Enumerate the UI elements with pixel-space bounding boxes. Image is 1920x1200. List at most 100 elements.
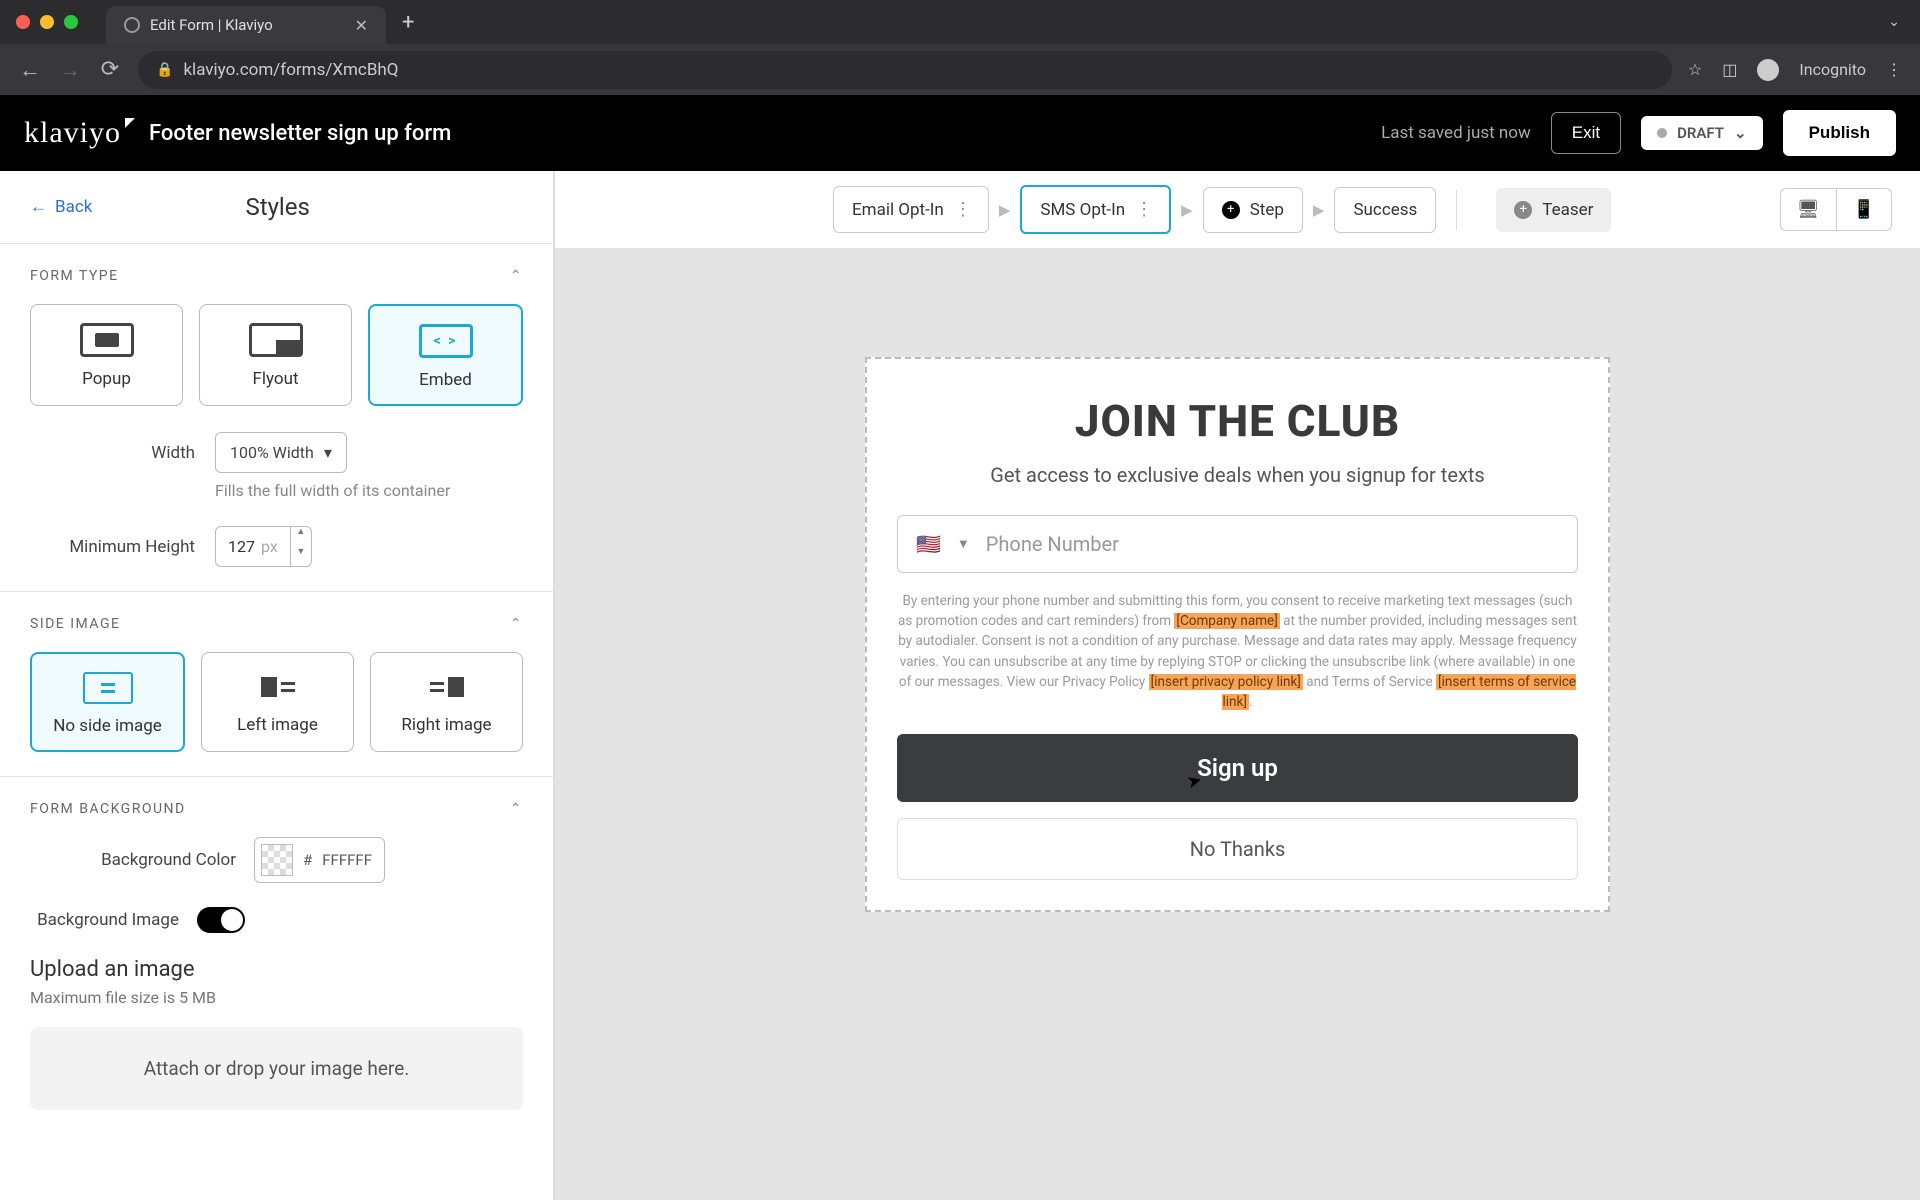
section-form-type: Form Type ⌃ Popup Flyout < > Embed Widt [0, 243, 553, 591]
fullscreen-window-icon[interactable] [64, 15, 78, 29]
form-type-heading[interactable]: Form Type ⌃ [30, 268, 523, 284]
lock-icon: 🔒 [156, 62, 173, 78]
publish-button[interactable]: Publish [1783, 110, 1896, 156]
chevron-down-icon: ▾ [324, 443, 332, 462]
width-select[interactable]: 100% Width ▾ [215, 432, 347, 473]
minimize-window-icon[interactable] [40, 15, 54, 29]
phone-placeholder: Phone Number [986, 532, 1119, 556]
form-type-popup[interactable]: Popup [30, 304, 183, 406]
arrow-right-icon: ▶ [1313, 201, 1325, 219]
upload-title: Upload an image [30, 957, 523, 982]
chevron-up-icon: ⌃ [510, 801, 523, 817]
tab-strip: Edit Form | Klaviyo ✕ + ⌄ [0, 0, 1920, 44]
side-image-none[interactable]: No side image [30, 652, 185, 752]
form-type-flyout[interactable]: Flyout [199, 304, 352, 406]
form-type-label: Form Type [30, 268, 119, 284]
status-dropdown[interactable]: DRAFT ⌄ [1641, 116, 1763, 150]
exit-button[interactable]: Exit [1551, 112, 1621, 154]
min-height-label: Minimum Height [30, 537, 195, 557]
disclaimer-part: . [1249, 694, 1253, 710]
width-value: 100% Width [230, 443, 314, 462]
extensions-icon[interactable]: ◫ [1722, 60, 1737, 79]
canvas-area: Email Opt-In ⋮ ▶ SMS Opt-In ⋮ ▶ + Step ▶… [555, 171, 1920, 1200]
bookmark-icon[interactable]: ☆ [1688, 60, 1702, 79]
close-window-icon[interactable] [16, 15, 30, 29]
arrow-right-icon: ▶ [1181, 201, 1193, 219]
right-image-label: Right image [401, 715, 491, 735]
reload-button[interactable]: ⟳ [98, 57, 122, 82]
step-down-icon[interactable]: ▼ [291, 547, 311, 567]
signup-button[interactable]: Sign up [897, 734, 1578, 802]
arrow-right-icon: ▶ [999, 201, 1011, 219]
back-link[interactable]: ← Back [30, 197, 92, 217]
new-tab-button[interactable]: + [402, 10, 414, 35]
width-row: Width 100% Width ▾ [30, 432, 523, 473]
section-form-background: Form Background ⌃ Background Color #FFFF… [0, 776, 553, 1134]
mobile-view-icon[interactable]: 📱 [1837, 189, 1891, 230]
back-button[interactable]: ← [18, 57, 42, 83]
upload-dropzone[interactable]: Attach or drop your image here. [30, 1027, 523, 1110]
phone-input[interactable]: 🇺🇸 ▼ Phone Number [897, 515, 1578, 573]
chevron-up-icon: ⌃ [510, 616, 523, 632]
stepper: ▲ ▼ [290, 526, 312, 567]
bg-image-label: Background Image [30, 910, 179, 930]
background-heading[interactable]: Form Background ⌃ [30, 801, 523, 817]
chevron-down-icon[interactable]: ▼ [957, 536, 970, 552]
left-image-icon [253, 671, 303, 703]
left-image-label: Left image [237, 715, 318, 735]
form-type-embed[interactable]: < > Embed [368, 304, 523, 406]
bg-color-input[interactable]: #FFFFFF [254, 837, 385, 883]
sidebar-header: ← Back Styles [0, 171, 553, 243]
form-preview[interactable]: JOIN THE CLUB Get access to exclusive de… [865, 357, 1610, 913]
popup-label: Popup [82, 369, 131, 389]
styles-sidebar: ← Back Styles Form Type ⌃ Popup Flyout [0, 171, 555, 1200]
add-step-button[interactable]: + Step [1203, 187, 1303, 233]
side-image-right[interactable]: Right image [370, 652, 523, 752]
step-up-icon[interactable]: ▲ [291, 527, 311, 547]
min-height-value: 127 [228, 537, 255, 556]
popup-icon [80, 323, 134, 357]
nothanks-button[interactable]: No Thanks [897, 818, 1578, 880]
step-sms-optin[interactable]: SMS Opt-In ⋮ [1020, 185, 1171, 234]
side-image-left[interactable]: Left image [201, 652, 354, 752]
browser-menu-icon[interactable]: ⋮ [1886, 60, 1902, 79]
teaser-button[interactable]: + Teaser [1496, 188, 1611, 232]
form-heading[interactable]: JOIN THE CLUB [897, 395, 1578, 447]
plus-circle-icon: + [1222, 201, 1240, 219]
address-bar: ← → ⟳ 🔒 klaviyo.com/forms/XmcBhQ ☆ ◫ Inc… [0, 44, 1920, 95]
incognito-label: Incognito [1799, 60, 1866, 79]
url-field[interactable]: 🔒 klaviyo.com/forms/XmcBhQ [138, 51, 1672, 89]
status-label: DRAFT [1677, 124, 1724, 142]
page-title: Footer newsletter sign up form [149, 121, 451, 146]
window-controls [16, 15, 78, 29]
form-subheading[interactable]: Get access to exclusive deals when you s… [897, 463, 1578, 487]
browser-tab[interactable]: Edit Form | Klaviyo ✕ [106, 6, 386, 44]
min-height-row: Minimum Height 127 px ▲ ▼ [30, 526, 523, 567]
step-label: SMS Opt-In [1040, 200, 1125, 220]
embed-icon: < > [419, 324, 473, 358]
step-menu-icon[interactable]: ⋮ [954, 199, 970, 220]
form-canvas[interactable]: ➤ JOIN THE CLUB Get access to exclusive … [555, 249, 1920, 1200]
logo[interactable]: klaviyo [24, 116, 121, 150]
side-image-heading[interactable]: Side Image ⌃ [30, 616, 523, 632]
flyout-icon [249, 323, 303, 357]
tab-title: Edit Form | Klaviyo [150, 16, 273, 34]
step-label: Step [1250, 200, 1284, 220]
step-success[interactable]: Success [1334, 187, 1436, 233]
section-side-image: Side Image ⌃ No side image Left image [0, 591, 553, 776]
app-header: klaviyo Footer newsletter sign up form L… [0, 95, 1920, 171]
arrow-left-icon: ← [30, 197, 47, 217]
min-height-input[interactable]: 127 px ▲ ▼ [215, 526, 312, 567]
desktop-view-icon[interactable]: 🖥 [1781, 189, 1837, 230]
flag-icon[interactable]: 🇺🇸 [916, 532, 941, 556]
url-text: klaviyo.com/forms/XmcBhQ [183, 60, 398, 80]
step-email-optin[interactable]: Email Opt-In ⋮ [833, 186, 989, 233]
step-menu-icon[interactable]: ⋮ [1135, 199, 1151, 220]
min-height-unit: px [261, 537, 278, 556]
form-type-options: Popup Flyout < > Embed [30, 304, 523, 406]
tabs-menu-icon[interactable]: ⌄ [1888, 14, 1900, 30]
plus-circle-icon: + [1514, 201, 1532, 219]
close-tab-icon[interactable]: ✕ [355, 16, 368, 35]
disclaimer-text[interactable]: By entering your phone number and submit… [897, 591, 1578, 713]
bg-image-toggle[interactable] [197, 907, 245, 933]
